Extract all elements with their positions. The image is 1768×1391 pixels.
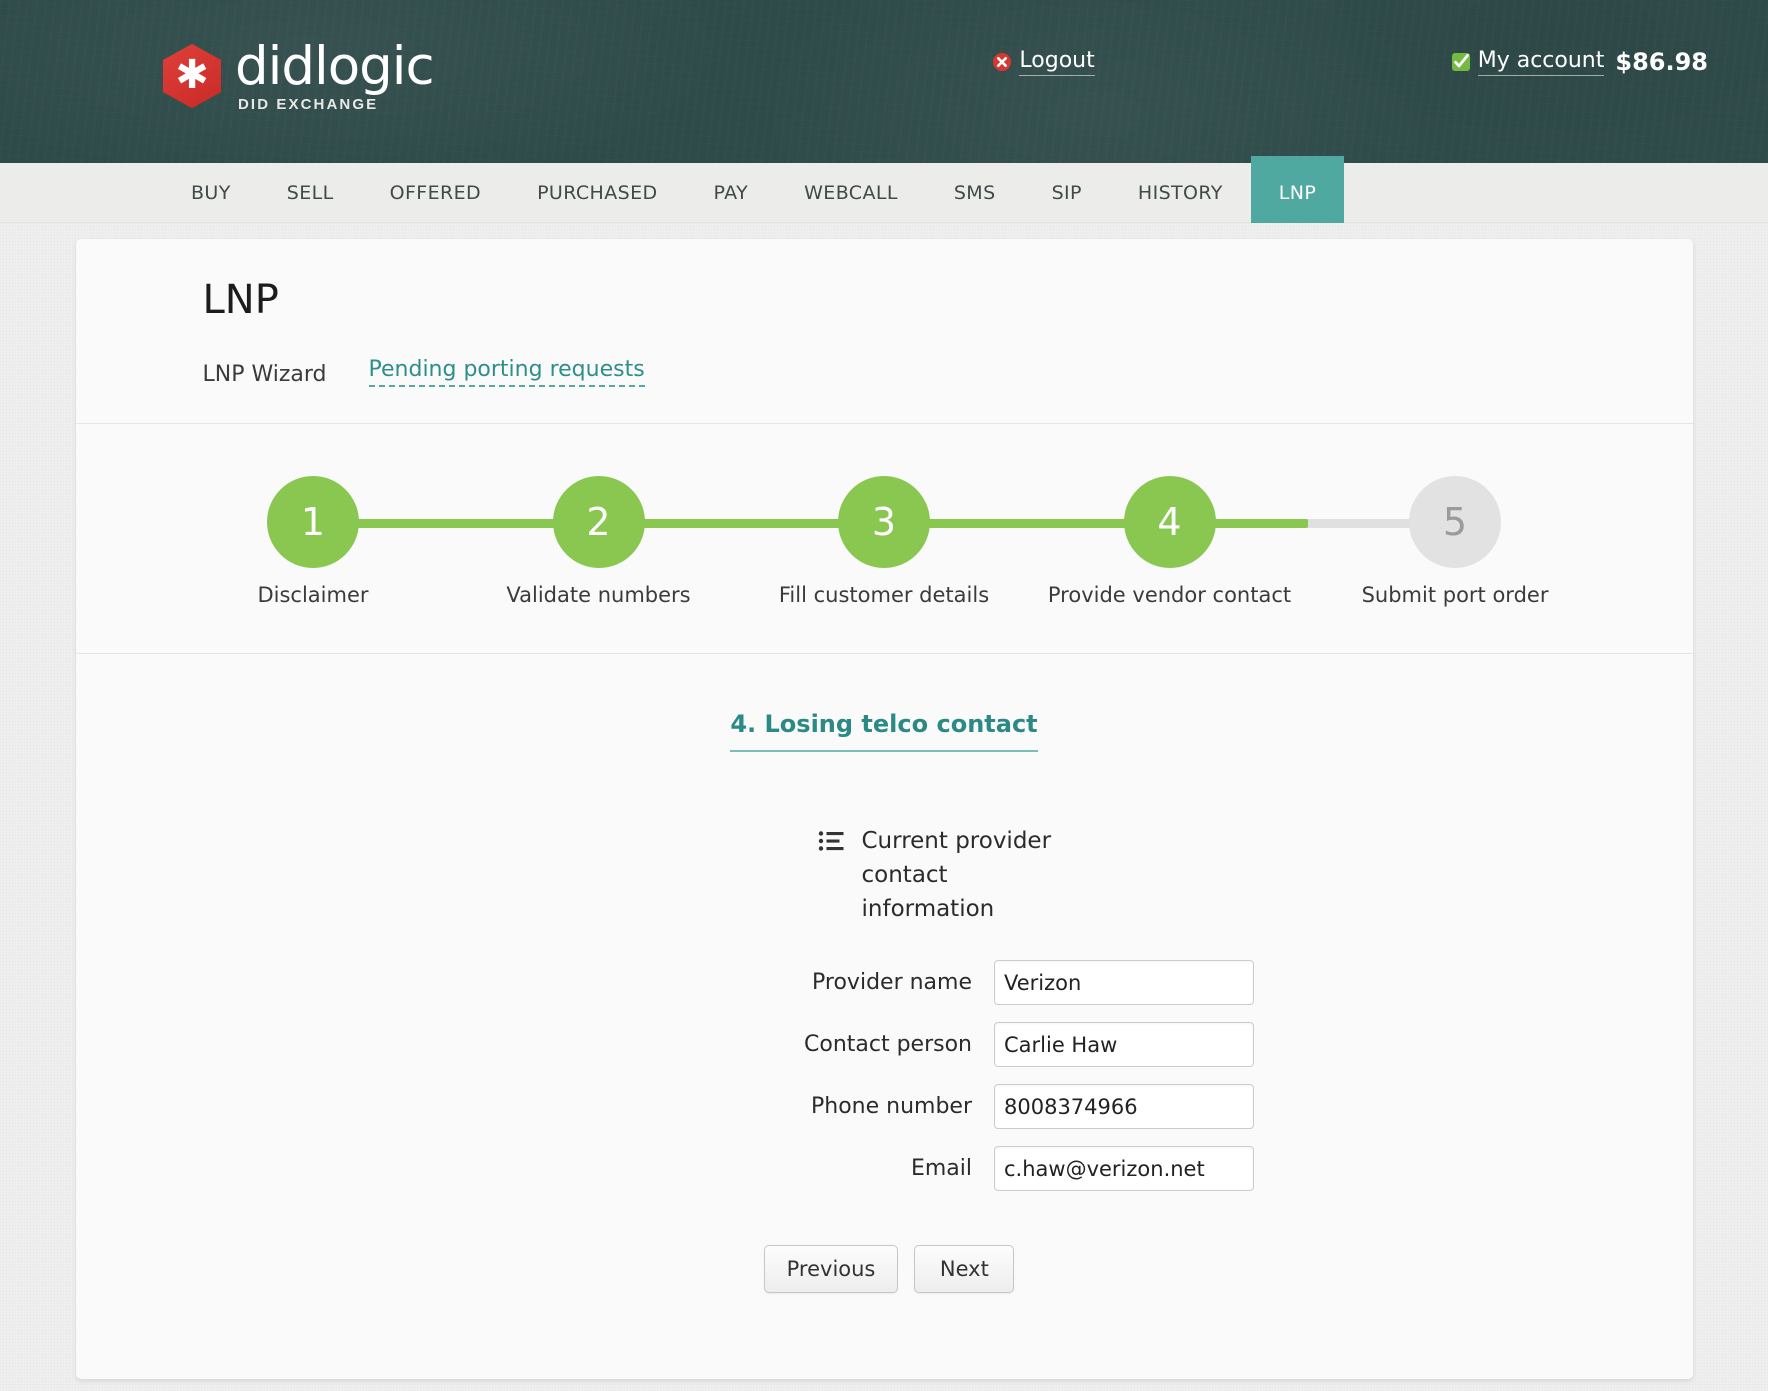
subnav-link-pending-porting-requests[interactable]: Pending porting requests bbox=[368, 357, 645, 387]
section-title: 4. Losing telco contact bbox=[730, 710, 1038, 752]
phone-number-input[interactable] bbox=[994, 1084, 1254, 1129]
field-row: Phone number bbox=[76, 1084, 1693, 1129]
losing-telco-contact-form: 4. Losing telco contact Current provider… bbox=[76, 654, 1693, 1379]
provider-name-input[interactable] bbox=[994, 960, 1254, 1005]
wizard-step-label: Provide vendor contact bbox=[1047, 583, 1292, 607]
contact-fields: Provider name Contact person Phone number E… bbox=[76, 960, 1693, 1191]
email-input[interactable] bbox=[994, 1146, 1254, 1191]
form-legend-text: Current provider contact information bbox=[861, 828, 1052, 922]
contact-person-input[interactable] bbox=[994, 1022, 1254, 1067]
nav-item-lnp[interactable]: LNP bbox=[1250, 156, 1345, 223]
logo-wordmark: didlogic bbox=[235, 36, 435, 97]
wizard-step-5[interactable]: 5 Submit port order bbox=[1362, 476, 1548, 607]
wizard-button-row: Previous Next bbox=[76, 1245, 1693, 1293]
lnp-card: LNP LNP Wizard Pending porting requests 1… bbox=[75, 239, 1693, 1379]
logout-block[interactable]: Logout bbox=[992, 48, 1095, 76]
logout-link[interactable]: Logout bbox=[1019, 48, 1095, 76]
nav-item-pay[interactable]: PAY bbox=[686, 163, 777, 223]
red-x-icon bbox=[992, 52, 1012, 72]
green-check-icon bbox=[1450, 51, 1472, 73]
nav-item-history[interactable]: HISTORY bbox=[1110, 163, 1251, 223]
wizard-step-label: Disclaimer bbox=[257, 583, 369, 607]
subnav-item-lnp-wizard: LNP Wizard bbox=[202, 362, 327, 387]
wizard-step-number[interactable]: 2 bbox=[552, 476, 645, 568]
page-subnav: LNP Wizard Pending porting requests bbox=[203, 357, 1693, 423]
site-header: ✱ didlogic DID EXCHANGE Logout My accoun… bbox=[0, 0, 1768, 163]
nav-item-offered[interactable]: OFFERED bbox=[362, 163, 509, 223]
list-icon bbox=[818, 830, 844, 857]
section-title-wrap: 4. Losing telco contact bbox=[76, 710, 1693, 752]
logo-tagline: DID EXCHANGE bbox=[238, 96, 379, 113]
field-label: Contact person bbox=[804, 1032, 972, 1057]
nav-item-sell[interactable]: SELL bbox=[259, 163, 362, 223]
nav-item-sms[interactable]: SMS bbox=[926, 163, 1024, 223]
wizard-stepper-section: 1 Disclaimer 2 Validate numbers 3 Fill custom… bbox=[76, 424, 1693, 653]
wizard-step-label: Submit port order bbox=[1361, 583, 1549, 607]
field-row: Contact person bbox=[76, 1022, 1693, 1067]
wizard-step-2[interactable]: 2 Validate numbers bbox=[506, 476, 691, 607]
asterisk-hex-icon: ✱ bbox=[163, 44, 221, 108]
header-account-area: Logout My account $86.98 bbox=[992, 48, 1768, 76]
account-balance: $86.98 bbox=[1615, 48, 1708, 76]
field-label: Email bbox=[910, 1156, 972, 1181]
wizard-step-number[interactable]: 4 bbox=[1123, 476, 1216, 568]
main-navigation: BUY SELL OFFERED PURCHASED PAY WEBCALL SMS SIP H… bbox=[0, 156, 1768, 223]
wizard-step-number[interactable]: 1 bbox=[267, 476, 359, 568]
my-account-block[interactable]: My account $86.98 bbox=[1450, 48, 1708, 76]
previous-button[interactable]: Previous bbox=[763, 1245, 899, 1293]
card-header: LNP LNP Wizard Pending porting requests bbox=[76, 239, 1693, 423]
form-legend: Current provider contact information bbox=[818, 824, 1082, 926]
wizard-step-label: Validate numbers bbox=[506, 583, 691, 607]
wizard-step-label: Fill customer details bbox=[778, 583, 990, 607]
my-account-link[interactable]: My account bbox=[1477, 48, 1605, 76]
field-label: Phone number bbox=[810, 1094, 972, 1119]
page-title: LNP bbox=[202, 277, 279, 323]
wizard-step-3[interactable]: 3 Fill customer details bbox=[779, 476, 989, 607]
next-button[interactable]: Next bbox=[914, 1245, 1015, 1293]
wizard-step-1[interactable]: 1 Disclaimer bbox=[233, 476, 393, 607]
nav-item-sip[interactable]: SIP bbox=[1024, 163, 1110, 223]
wizard-stepper: 1 Disclaimer 2 Validate numbers 3 Fill custom… bbox=[233, 476, 1548, 607]
site-logo[interactable]: ✱ didlogic DID EXCHANGE bbox=[163, 36, 435, 113]
nav-item-purchased[interactable]: PURCHASED bbox=[509, 163, 685, 223]
wizard-step-4[interactable]: 4 Provide vendor contact bbox=[1048, 476, 1291, 607]
field-row: Provider name bbox=[76, 960, 1693, 1005]
wizard-step-number[interactable]: 5 bbox=[1409, 476, 1501, 568]
wizard-step-number[interactable]: 3 bbox=[838, 476, 930, 568]
field-label: Provider name bbox=[812, 970, 972, 995]
field-row: Email bbox=[76, 1146, 1693, 1191]
nav-item-webcall[interactable]: WEBCALL bbox=[776, 163, 926, 223]
nav-item-buy[interactable]: BUY bbox=[163, 163, 259, 223]
